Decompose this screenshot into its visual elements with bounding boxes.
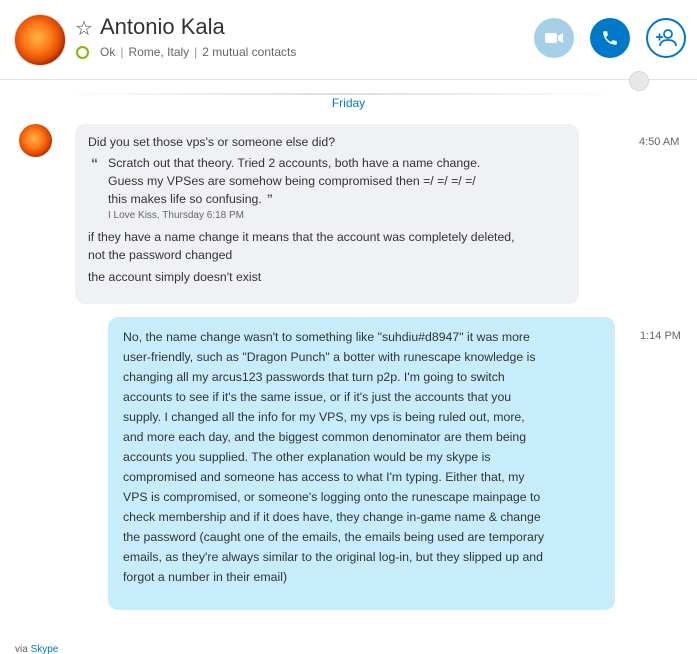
message-line: the password (caught one of the emails, …	[123, 530, 545, 544]
message-line: and more each day, and the biggest commo…	[123, 430, 527, 444]
conversation-header: ☆ Antonio Kala Ok | Rome, Italy | 2 mutual c…	[0, 0, 697, 80]
via-text: via	[15, 644, 28, 654]
quote-open-icon: “	[91, 155, 98, 171]
quote-line: Scratch out that theory. Tried 2 account…	[108, 156, 481, 170]
date-divider: Friday	[331, 96, 366, 110]
sync-icon	[629, 71, 649, 91]
skype-link[interactable]: Skype	[31, 644, 59, 654]
add-person-icon	[656, 29, 677, 47]
message-line: accounts you supplied. The other explana…	[123, 450, 491, 464]
outgoing-message-bubble[interactable]: No, the name change wasn't to something …	[108, 317, 615, 610]
contact-details: Ok | Rome, Italy | 2 mutual contacts	[100, 45, 296, 59]
message-line: user-friendly, such as "Dragon Punch" a …	[123, 350, 536, 364]
message-line: No, the name change wasn't to something …	[123, 330, 530, 344]
add-people-button[interactable]	[646, 18, 686, 58]
message-text: if they have a name change it means that…	[88, 230, 515, 244]
divider	[60, 93, 620, 95]
contact-avatar[interactable]	[14, 14, 66, 66]
presence-status-icon	[76, 46, 89, 59]
mutual-contacts-link[interactable]: 2 mutual contacts	[202, 45, 296, 59]
message-line: emails, as they're always similar to the…	[123, 550, 543, 564]
message-line: VPS is compromised, or someone's logging…	[123, 490, 541, 504]
message-line: changing all my arcus123 passwords that …	[123, 370, 505, 384]
quote-close-icon: ”	[266, 192, 273, 206]
contact-name[interactable]: Antonio Kala	[100, 14, 225, 40]
via-footer: via Skype	[15, 644, 58, 654]
status-text: Ok	[100, 45, 116, 59]
video-call-button[interactable]	[534, 18, 574, 58]
quote-line: this makes life so confusing.	[108, 192, 262, 206]
location-text: Rome, Italy	[128, 45, 190, 59]
message-text: Did you set those vps's or someone else …	[88, 135, 336, 149]
message-text: the account simply doesn't exist	[88, 270, 262, 284]
message-line: supply. I changed all the info for my VP…	[123, 410, 525, 424]
quote-attribution: I Love Kiss, Thursday 6:18 PM	[108, 210, 244, 221]
separator: |	[120, 45, 124, 59]
message-line: accounts to see if it's the same issue, …	[123, 390, 512, 404]
separator: |	[194, 45, 198, 59]
message-timestamp: 4:50 AM	[639, 136, 680, 148]
audio-call-button[interactable]	[590, 18, 630, 58]
message-line: compromised and someone has access to wh…	[123, 470, 525, 484]
star-icon[interactable]: ☆	[75, 16, 93, 41]
quote-line: Guess my VPSes are somehow being comprom…	[108, 174, 476, 188]
message-line: forgot a number in their email)	[123, 570, 288, 584]
quoted-message: “ Scratch out that theory. Tried 2 accou…	[88, 154, 566, 224]
sender-avatar[interactable]	[19, 124, 52, 157]
phone-icon	[603, 31, 617, 45]
incoming-message-bubble[interactable]: Did you set those vps's or someone else …	[75, 124, 579, 304]
message-timestamp: 1:14 PM	[640, 330, 681, 342]
message-text: not the password changed	[88, 248, 233, 262]
video-call-icon	[545, 33, 563, 43]
message-line: check membership and if it does have, th…	[123, 510, 541, 524]
